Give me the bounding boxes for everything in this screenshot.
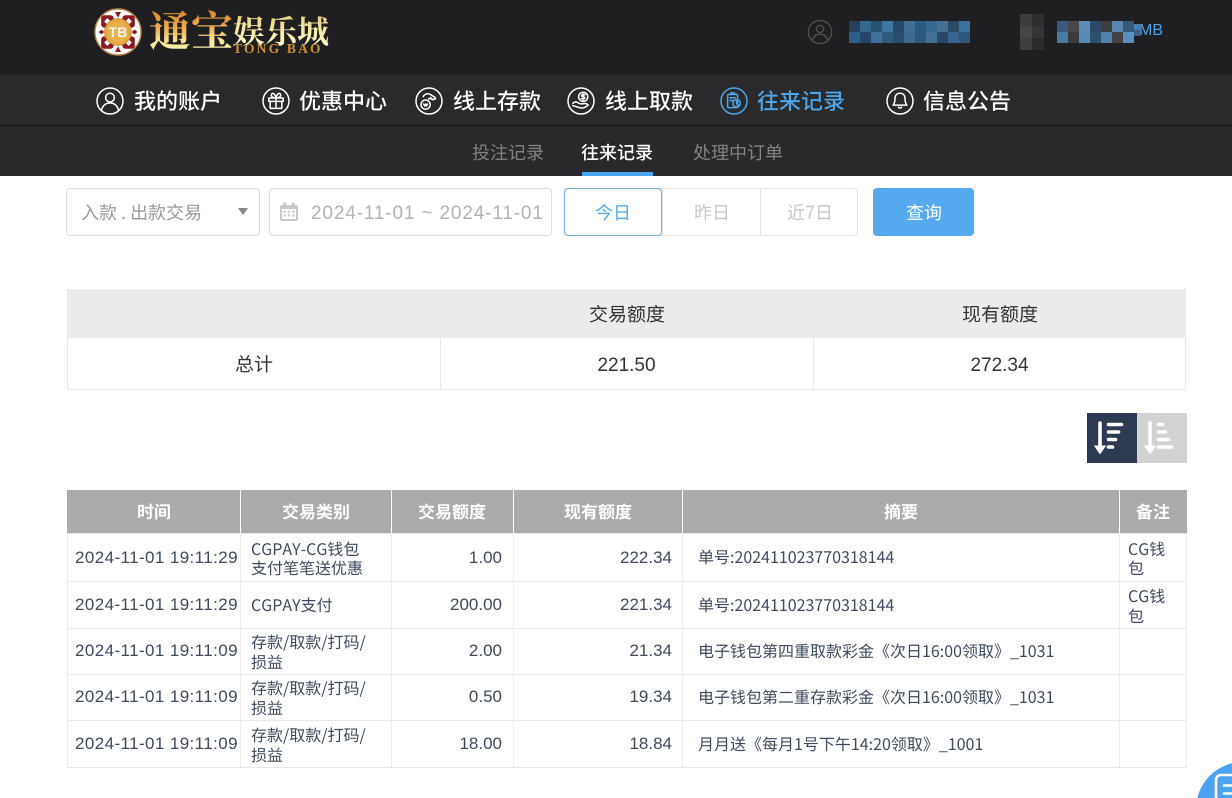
svg-text:TB: TB <box>109 24 128 40</box>
